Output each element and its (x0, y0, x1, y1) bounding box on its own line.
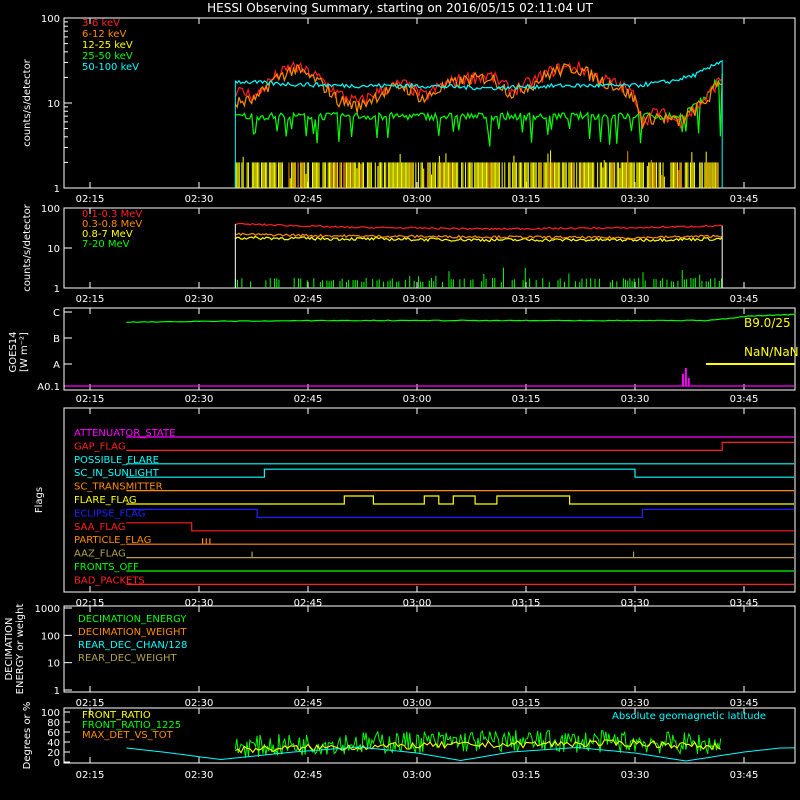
ratios-ytick-label: 20 (47, 748, 60, 759)
goes-xtick-label: 03:30 (621, 394, 650, 405)
flags-ylabel: Flags (34, 487, 45, 513)
decimation-legend-1: DECIMATION_WEIGHT (78, 627, 187, 638)
decimation-ytick-label: 10 (47, 659, 60, 670)
goes-ylabel-units: [W m⁻²] (19, 332, 30, 372)
ratios-ytick-label: 40 (47, 738, 60, 749)
ratios-ytick-label: 0 (54, 758, 60, 769)
lightcurve-low-xtick-label: 02:15 (76, 194, 105, 205)
lightcurve-low-legend-4: 50-100 keV (82, 62, 139, 73)
decimation-xtick-label: 02:30 (185, 698, 214, 709)
ratios-annotation-latitude: Absolute geomagnetic latitude (612, 711, 766, 722)
goes-annotation-class: B9.0/25 (744, 316, 791, 330)
lightcurve-high-xtick-label: 03:15 (512, 294, 541, 305)
lightcurve-low-legend-1: 6-12 keV (82, 29, 126, 40)
lightcurve-high-ytick-label: 1 (54, 284, 60, 295)
lightcurve-high-xtick-label: 02:45 (294, 294, 323, 305)
ratios-legend-2: MAX_DET_VS_TOT (82, 730, 174, 741)
lightcurve-low-xtick-label: 02:45 (294, 194, 323, 205)
ratios-xtick-label: 02:30 (185, 770, 214, 781)
lightcurve-low-series-50-100 (234, 60, 723, 91)
decimation-legend-2: REAR_DEC_CHAN/128 (78, 640, 187, 651)
decimation-ytick-label: 1 (54, 686, 60, 697)
goes-xtick-label: 03:45 (730, 394, 759, 405)
flags-label-eclipse-flag: ECLIPSE_FLAG (74, 508, 145, 519)
lightcurve-low-legend-3: 25-50 keV (82, 51, 133, 62)
lightcurve-low-ytick-label: 100 (41, 14, 60, 25)
flags-line-sc-in-sunlight (126, 468, 794, 478)
lightcurve-low-ylabel: counts/s/detector (22, 58, 33, 146)
lightcurve-low-xtick-label: 03:15 (512, 194, 541, 205)
lightcurve-high-legend-3: 7-20 MeV (82, 239, 130, 250)
lightcurve-high-ytick-label: 100 (41, 204, 60, 215)
goes-ytick-label: A (53, 360, 60, 371)
goes-annotation-nan: NaN/NaN (744, 345, 799, 359)
decimation-xtick-label: 03:30 (621, 698, 650, 709)
ratios-xtick-label: 03:30 (621, 770, 650, 781)
flags-label-gap-flag: GAP_FLAG (74, 441, 126, 452)
goes-xtick-label: 02:30 (185, 394, 214, 405)
ratios-ytick-label: 80 (47, 718, 60, 729)
lightcurve-low-ytick-label: 1 (54, 184, 60, 195)
lightcurve-high-xtick-label: 02:30 (185, 294, 214, 305)
goes-xtick-label: 03:00 (403, 394, 432, 405)
decimation-xtick-label: 03:15 (512, 698, 541, 709)
flags-line-saa-flag (126, 522, 794, 532)
lightcurve-low-xtick-label: 03:30 (621, 194, 650, 205)
decimation-xtick-label: 03:45 (730, 698, 759, 709)
ratios-xtick-label: 03:45 (730, 770, 759, 781)
flags-line-flare-flag (126, 495, 794, 505)
lightcurve-low-xtick-label: 03:45 (730, 194, 759, 205)
lightcurve-low-ytick-label: 10 (47, 99, 60, 110)
decimation-ytick-label: 1000 (35, 604, 60, 615)
chart-title: HESSI Observing Summary, starting on 201… (207, 1, 593, 15)
ratios-xtick-label: 03:15 (512, 770, 541, 781)
ratios-ytick-label: 100 (41, 708, 60, 719)
decimation-legend-3: REAR_DEC_WEIGHT (78, 653, 177, 664)
lightcurve-low-xtick-label: 03:00 (403, 194, 432, 205)
ratios-ylabel: Degrees or % (22, 702, 33, 770)
flags-label-aaz-flag: AAZ_FLAG (74, 549, 126, 560)
lightcurve-high-xtick-label: 03:45 (730, 294, 759, 305)
goes-xtick-label: 02:45 (294, 394, 323, 405)
decimation-ytick-label: 100 (41, 631, 60, 642)
lightcurve-high-ylabel: counts/s/detector (22, 203, 33, 291)
decimation-legend-0: DECIMATION_ENERGY (78, 614, 187, 625)
goes-ytick-label: C (53, 308, 60, 319)
ratios-xtick-label: 02:45 (294, 770, 323, 781)
flags-line-eclipse-flag (126, 508, 794, 519)
flags-label-saa-flag: SAA_FLAG (74, 522, 125, 533)
lightcurve-high-xtick-label: 02:15 (76, 294, 105, 305)
ratios-xtick-label: 02:15 (76, 770, 105, 781)
goes-xtick-label: 03:15 (512, 394, 541, 405)
lightcurve-high-ytick-label: 10 (47, 244, 60, 255)
ratios-xtick-label: 03:00 (403, 770, 432, 781)
lightcurve-high-series-0.1-0.3 (235, 222, 723, 231)
decimation-xtick-label: 03:00 (403, 698, 432, 709)
decimation-ylabel2: ENERGY or weight (15, 604, 26, 695)
lightcurve-low-legend-2: 12-25 keV (82, 40, 133, 51)
decimation-xtick-label: 02:15 (76, 698, 105, 709)
goes-xtick-label: 02:15 (76, 394, 105, 405)
lightcurve-high-xtick-label: 03:30 (621, 294, 650, 305)
ratios-ytick-label: 60 (47, 728, 60, 739)
decimation-ylabel: DECIMATION (4, 617, 15, 680)
goes-ytick-label: A0.1 (37, 382, 60, 393)
goes-ylabel: GOES14 (8, 331, 19, 372)
hessi-summary: HESSI Observing Summary, starting on 201… (0, 0, 800, 800)
lightcurve-low-legend-0: 3-6 keV (82, 18, 120, 29)
goes-series-long (126, 312, 796, 323)
ratios-series-latitude (126, 746, 795, 762)
flags-line-gap-flag (126, 441, 794, 451)
lightcurve-low-xtick-label: 02:30 (185, 194, 214, 205)
lightcurve-high-xtick-label: 03:00 (403, 294, 432, 305)
goes-ytick-label: B (53, 334, 60, 345)
lightcurve-high-frame (63, 207, 796, 289)
hessi-summary-plot: HESSI Observing Summary, starting on 201… (4, 1, 799, 781)
decimation-xtick-label: 02:45 (294, 698, 323, 709)
